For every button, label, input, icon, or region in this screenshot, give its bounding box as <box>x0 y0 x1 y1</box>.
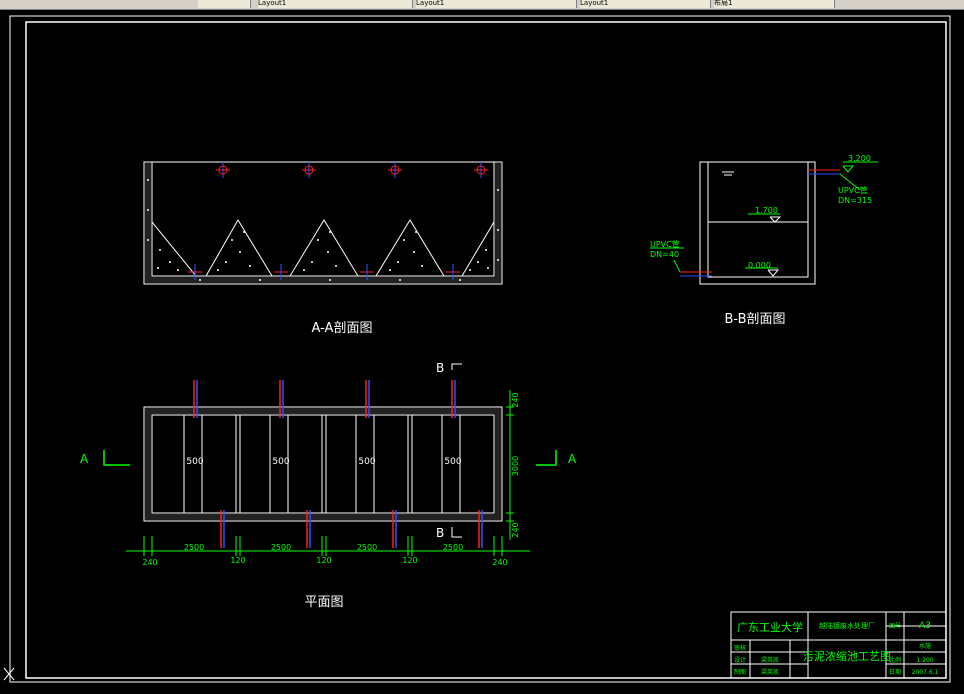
tb-row-label-3: 制图 <box>734 668 746 676</box>
elev-mid-label: 1.700 <box>755 206 778 215</box>
plan-title: 平面图 <box>304 595 343 610</box>
tb-right-value-1: 水施 <box>919 642 931 650</box>
tb-right-label-2: 比例 <box>889 656 901 664</box>
dim-bottom-main-1: 2500 <box>184 543 204 552</box>
cell-width-2: 500 <box>272 457 289 467</box>
tb-school: 广东工业大学 <box>737 620 803 634</box>
layout-tab-icons[interactable] <box>198 0 251 8</box>
ucs-icon <box>3 667 15 681</box>
tb-right-value-3: 2007.6.1 <box>912 669 939 676</box>
outer-frame <box>9 15 951 683</box>
tb-size-label: 图号 <box>889 623 901 630</box>
tb-project: 越陆镀废水处理厂 <box>819 621 875 630</box>
cell-width-3: 500 <box>358 457 375 467</box>
dim-bottom-sub-3: 120 <box>316 556 331 565</box>
plan-view <box>103 363 557 556</box>
dim-right-3: 240 <box>511 522 520 537</box>
dim-bottom-sub-4: 120 <box>402 556 417 565</box>
tb-right-value-2: 1:200 <box>916 657 933 664</box>
inner-frame <box>25 21 947 679</box>
cell-width-1: 500 <box>186 457 203 467</box>
section-mark-b-top: B <box>436 361 444 375</box>
pipe-in-label-2: DN=40 <box>650 250 679 259</box>
dim-bottom-sub-5: 240 <box>492 558 507 567</box>
section-bb-title: B-B剖面图 <box>724 312 785 327</box>
pipe-out-label-2: DN=315 <box>838 196 872 205</box>
cad-drawing-canvas[interactable]: A-A剖面图 3.200 1.700 0.000 UPVC管 DN=315 UP… <box>0 9 964 694</box>
dim-bottom-main-4: 2500 <box>443 543 463 552</box>
pipe-in-label-1: UPVC管 <box>650 239 680 249</box>
section-mark-a-right: A <box>568 452 577 466</box>
tb-row-label-2: 设计 <box>734 656 746 664</box>
tb-row-label-1: 审核 <box>734 644 746 652</box>
tb-right-label-3: 日期 <box>889 668 901 676</box>
dim-bottom-main-3: 2500 <box>357 543 377 552</box>
tb-size-value: A3 <box>919 621 931 631</box>
cell-width-4: 500 <box>444 457 461 467</box>
dim-bottom-main-2: 2500 <box>271 543 291 552</box>
layout-tab-1[interactable]: Layout1 <box>258 0 413 8</box>
layout-tab-2[interactable]: Layout1 <box>416 0 577 8</box>
dim-right-1: 240 <box>511 392 520 407</box>
pipe-out-label-1: UPVC管 <box>838 185 868 195</box>
section-aa <box>143 161 503 285</box>
tb-row-name-3: 梁英凯 <box>761 668 779 676</box>
dim-bottom-sub-1: 240 <box>142 558 157 567</box>
dim-right-2: 3000 <box>511 456 520 476</box>
layout-tab-3[interactable]: Layout1 <box>580 0 711 8</box>
section-aa-title: A-A剖面图 <box>312 321 373 336</box>
section-mark-a-left: A <box>80 452 89 466</box>
tb-row-name-2: 梁英凯 <box>761 656 779 664</box>
elev-top-label: 3.200 <box>848 154 871 163</box>
layout-tab-4[interactable]: 布局1 <box>714 0 835 8</box>
section-mark-b-bottom: B <box>436 526 444 540</box>
tb-drawing-name: 污泥浓缩池工艺图 <box>803 650 891 663</box>
elev-bottom-label: 0.000 <box>748 261 771 270</box>
dim-bottom-sub-2: 120 <box>230 556 245 565</box>
